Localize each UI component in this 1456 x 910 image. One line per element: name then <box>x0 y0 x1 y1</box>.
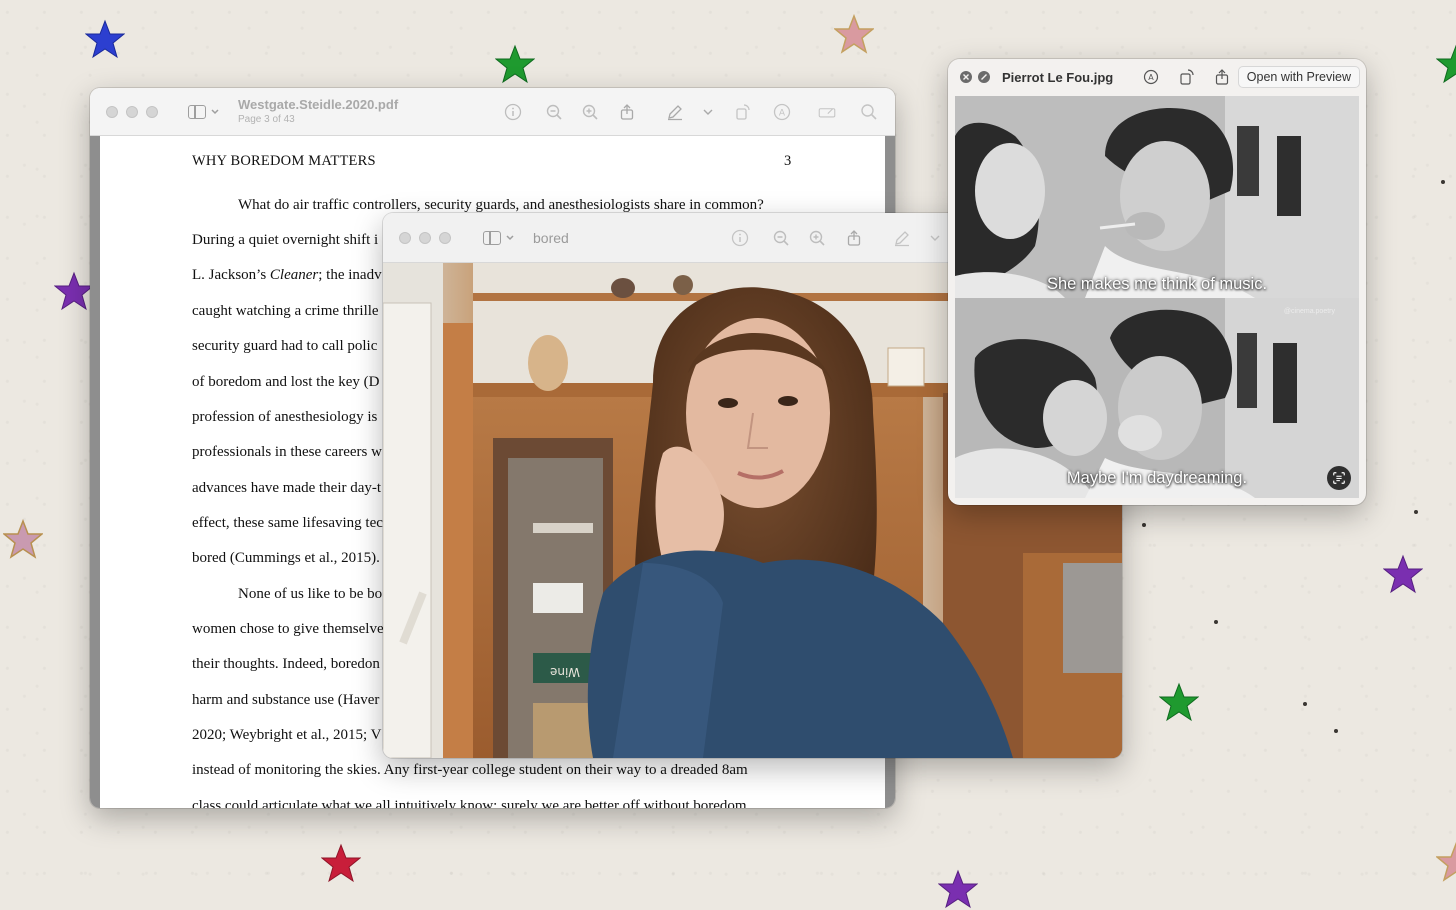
search-icon[interactable] <box>859 102 879 122</box>
film-still-image <box>955 96 1359 298</box>
star-sticker-purple <box>1383 554 1423 594</box>
desktop-speck <box>1214 620 1218 624</box>
image-file-name: Pierrot Le Fou.jpg <box>1002 69 1114 85</box>
text-line: During a quiet overnight shift i <box>192 232 379 248</box>
share-icon[interactable] <box>617 102 637 122</box>
slash-icon <box>981 74 987 80</box>
text-line: L. Jackson’s Cleaner; the inadv <box>192 267 382 283</box>
text-line: women chose to give themselve <box>192 621 384 637</box>
pdf-titlebar[interactable]: Westgate.Steidle.2020.pdf Page 3 of 43 A <box>90 88 895 136</box>
minimize-button[interactable] <box>419 231 431 244</box>
document-file-name: Westgate.Steidle.2020.pdf <box>238 96 399 112</box>
markup-menu-chevron-icon[interactable] <box>698 102 718 122</box>
star-sticker-green <box>1159 682 1199 722</box>
zoom-in-icon[interactable] <box>807 228 827 248</box>
star-sticker-green <box>495 44 535 84</box>
running-head: WHY BOREDOM MATTERS <box>192 153 376 169</box>
star-sticker-opal <box>1436 842 1456 882</box>
star-sticker-opal <box>834 14 874 54</box>
quicklook-image-window[interactable]: Pierrot Le Fou.jpg A Open with Preview S… <box>948 59 1366 505</box>
rotate-icon[interactable] <box>1177 67 1197 87</box>
close-icon <box>963 74 969 80</box>
open-with-preview-button[interactable]: Open with Preview <box>1237 66 1360 88</box>
text-line: of boredom and lost the key (D <box>192 374 380 390</box>
window-controls[interactable] <box>106 105 158 118</box>
page-indicator: Page 3 of 43 <box>238 114 295 126</box>
text-line: bored (Cummings et al., 2015). <box>192 550 380 566</box>
watermark-text: @cinema.poetry <box>1283 308 1335 315</box>
page-number: 3 <box>784 153 792 169</box>
zoom-out-icon[interactable] <box>771 228 791 248</box>
document-title: Westgate.Steidle.2020.pdf Page 3 of 43 <box>238 96 399 126</box>
film-still-bottom: @cinema.poetry Maybe I'm daydreaming. <box>955 298 1359 498</box>
film-still-top: She makes me think of music. <box>955 96 1359 298</box>
desktop-speck <box>1414 510 1418 514</box>
desktop-speck <box>1142 523 1146 527</box>
text-line: 2020; Weybright et al., 2015; V <box>192 727 382 743</box>
markup-pen-icon[interactable] <box>665 102 685 122</box>
info-icon[interactable] <box>503 102 523 122</box>
desktop-speck <box>1334 729 1338 733</box>
share-icon[interactable] <box>844 228 864 248</box>
star-sticker-red <box>321 843 361 883</box>
zoom-out-icon[interactable] <box>544 102 564 122</box>
fullscreen-button[interactable] <box>978 71 990 83</box>
text-line: security guard had to call polic <box>192 338 378 354</box>
sidebar-icon <box>188 104 206 119</box>
chevron-down-icon <box>211 108 219 114</box>
star-sticker-purple <box>54 271 94 311</box>
text-line: caught watching a crime thrille <box>192 303 379 319</box>
text-line: profession of anesthesiology is <box>192 409 378 425</box>
sidebar-icon <box>483 230 501 245</box>
video-title: bored <box>533 229 569 246</box>
desktop-speck <box>1303 702 1307 706</box>
window-controls[interactable] <box>399 231 451 244</box>
info-icon[interactable] <box>730 228 750 248</box>
close-button[interactable] <box>399 231 411 244</box>
star-sticker-purple <box>938 869 978 909</box>
text-line: advances have made their day-t <box>192 480 382 496</box>
star-sticker-blue <box>85 19 125 59</box>
svg-text:A: A <box>779 109 786 119</box>
form-fill-icon[interactable] <box>815 102 839 122</box>
text-line: class could articulate what we all intui… <box>192 798 751 808</box>
text-line: effect, these same lifesaving tec <box>192 515 383 531</box>
desktop: Westgate.Steidle.2020.pdf Page 3 of 43 A… <box>0 0 1456 910</box>
annotate-icon[interactable]: A <box>772 102 792 122</box>
star-sticker-green <box>1436 44 1456 84</box>
text-line: None of us like to be bo <box>238 586 383 602</box>
zoom-button[interactable] <box>439 231 451 244</box>
desktop-speck <box>1441 180 1445 184</box>
live-text-button[interactable] <box>1327 466 1351 490</box>
sidebar-toggle-button[interactable] <box>483 230 515 245</box>
markup-pen-icon[interactable] <box>892 228 912 248</box>
star-sticker-opal <box>3 519 43 559</box>
italic-title: Cleaner <box>269 267 319 283</box>
close-button[interactable] <box>960 71 972 83</box>
markup-icon[interactable]: A <box>1141 67 1161 87</box>
markup-menu-chevron-icon[interactable] <box>925 228 945 248</box>
text-line: professionals in these careers w <box>192 444 382 460</box>
live-text-icon <box>1333 472 1345 484</box>
text-line: What do air traffic controllers, securit… <box>238 197 764 213</box>
chevron-down-icon <box>506 234 514 240</box>
film-still-image <box>955 298 1359 498</box>
rotate-icon[interactable] <box>733 102 753 122</box>
zoom-button[interactable] <box>146 105 158 118</box>
svg-text:A: A <box>1148 73 1154 82</box>
text-line: instead of monitoring the skies. Any fir… <box>192 762 748 778</box>
minimize-button[interactable] <box>126 105 138 118</box>
close-button[interactable] <box>106 105 118 118</box>
quicklook-titlebar[interactable]: Pierrot Le Fou.jpg A Open with Preview <box>948 59 1366 95</box>
text-line: harm and substance use (Haver <box>192 692 380 708</box>
zoom-in-icon[interactable] <box>580 102 600 122</box>
share-icon[interactable] <box>1212 67 1232 87</box>
subtitle-caption: Maybe I'm daydreaming. <box>1066 469 1248 487</box>
sidebar-toggle-button[interactable] <box>188 104 220 119</box>
text-line: their thoughts. Indeed, boredon <box>192 656 380 672</box>
subtitle-caption: She makes me think of music. <box>1046 275 1268 293</box>
wine-box-label: Wine <box>550 665 580 679</box>
